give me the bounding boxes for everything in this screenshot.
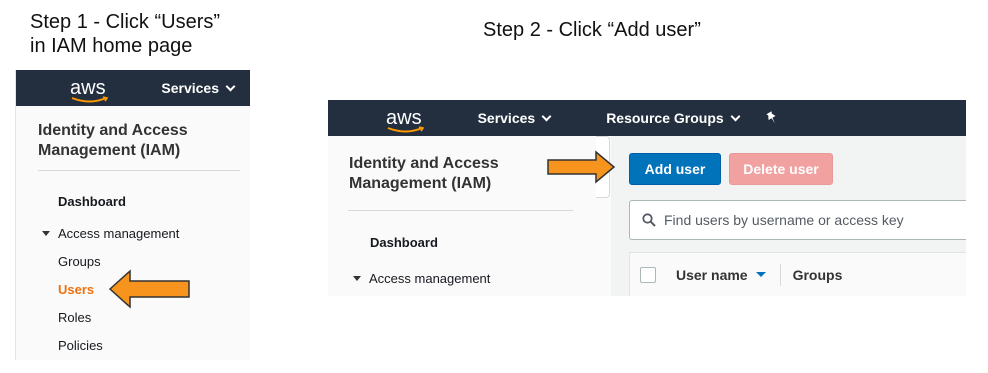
aws-logo[interactable]: aws [386,108,425,133]
delete-user-button[interactable]: Delete user [729,153,833,185]
services-menu[interactable]: Services [477,110,552,126]
arrow-left-icon [108,269,190,309]
users-main-content: Add user Delete user User name Groups [611,136,966,296]
services-label: Services [161,80,219,96]
services-label: Services [477,110,536,126]
nav-divider [348,210,573,211]
services-menu[interactable]: Services [161,80,236,96]
nav-access-management-label: Access management [58,226,180,241]
users-table-header: User name Groups [629,252,966,296]
step1-line2: in IAM home page [30,35,193,57]
aws-logo[interactable]: aws [70,78,109,103]
aws-smile-icon [71,96,109,103]
add-user-button[interactable]: Add user [629,153,721,185]
column-header-groups[interactable]: Groups [793,267,843,283]
nav-access-management[interactable]: Access management [42,226,179,241]
column-divider [779,263,781,286]
nav-access-management-label: Access management [369,271,491,286]
iam-users-panel: aws Services Resource Groups Identity an… [328,100,966,296]
nav-roles[interactable]: Roles [58,310,91,325]
select-all-checkbox[interactable] [640,266,656,283]
nav-divider [38,170,240,171]
nav-dashboard[interactable]: Dashboard [370,235,438,250]
aws-top-nav: aws Services [16,70,250,106]
iam-console-title: Identity and Access Management (IAM) [349,155,499,192]
iam-console-title: Identity and Access Management (IAM) [38,122,188,159]
search-input[interactable] [664,212,964,228]
column-label: User name [676,266,748,283]
chevron-down-icon [730,111,741,121]
aws-smile-icon [387,126,425,133]
column-header-user-name[interactable]: User name [676,267,766,283]
aws-top-nav: aws Services Resource Groups [328,100,966,136]
pin-icon[interactable] [765,111,779,125]
nav-dashboard[interactable]: Dashboard [58,194,126,209]
nav-access-management[interactable]: Access management [353,271,490,286]
search-icon [642,213,656,227]
caret-down-icon [353,276,361,281]
nav-users[interactable]: Users [58,282,94,297]
iam-home-panel: aws Services Identity and Access Managem… [15,70,250,360]
step2-instruction: Step 2 - Click “Add user” [483,19,701,41]
step1-line1: Step 1 - Click “Users” [30,11,221,33]
sort-down-icon [755,272,766,277]
resource-groups-label: Resource Groups [606,110,724,126]
caret-down-icon [42,231,50,236]
chevron-down-icon [541,111,552,121]
chevron-down-icon [225,81,236,91]
search-box[interactable] [629,200,966,240]
arrow-right-icon [547,150,616,184]
step1-instruction: Step 1 - Click “Users” in IAM home page [30,10,220,58]
nav-groups[interactable]: Groups [58,254,101,269]
nav-policies[interactable]: Policies [58,338,103,353]
resource-groups-menu[interactable]: Resource Groups [606,110,741,126]
